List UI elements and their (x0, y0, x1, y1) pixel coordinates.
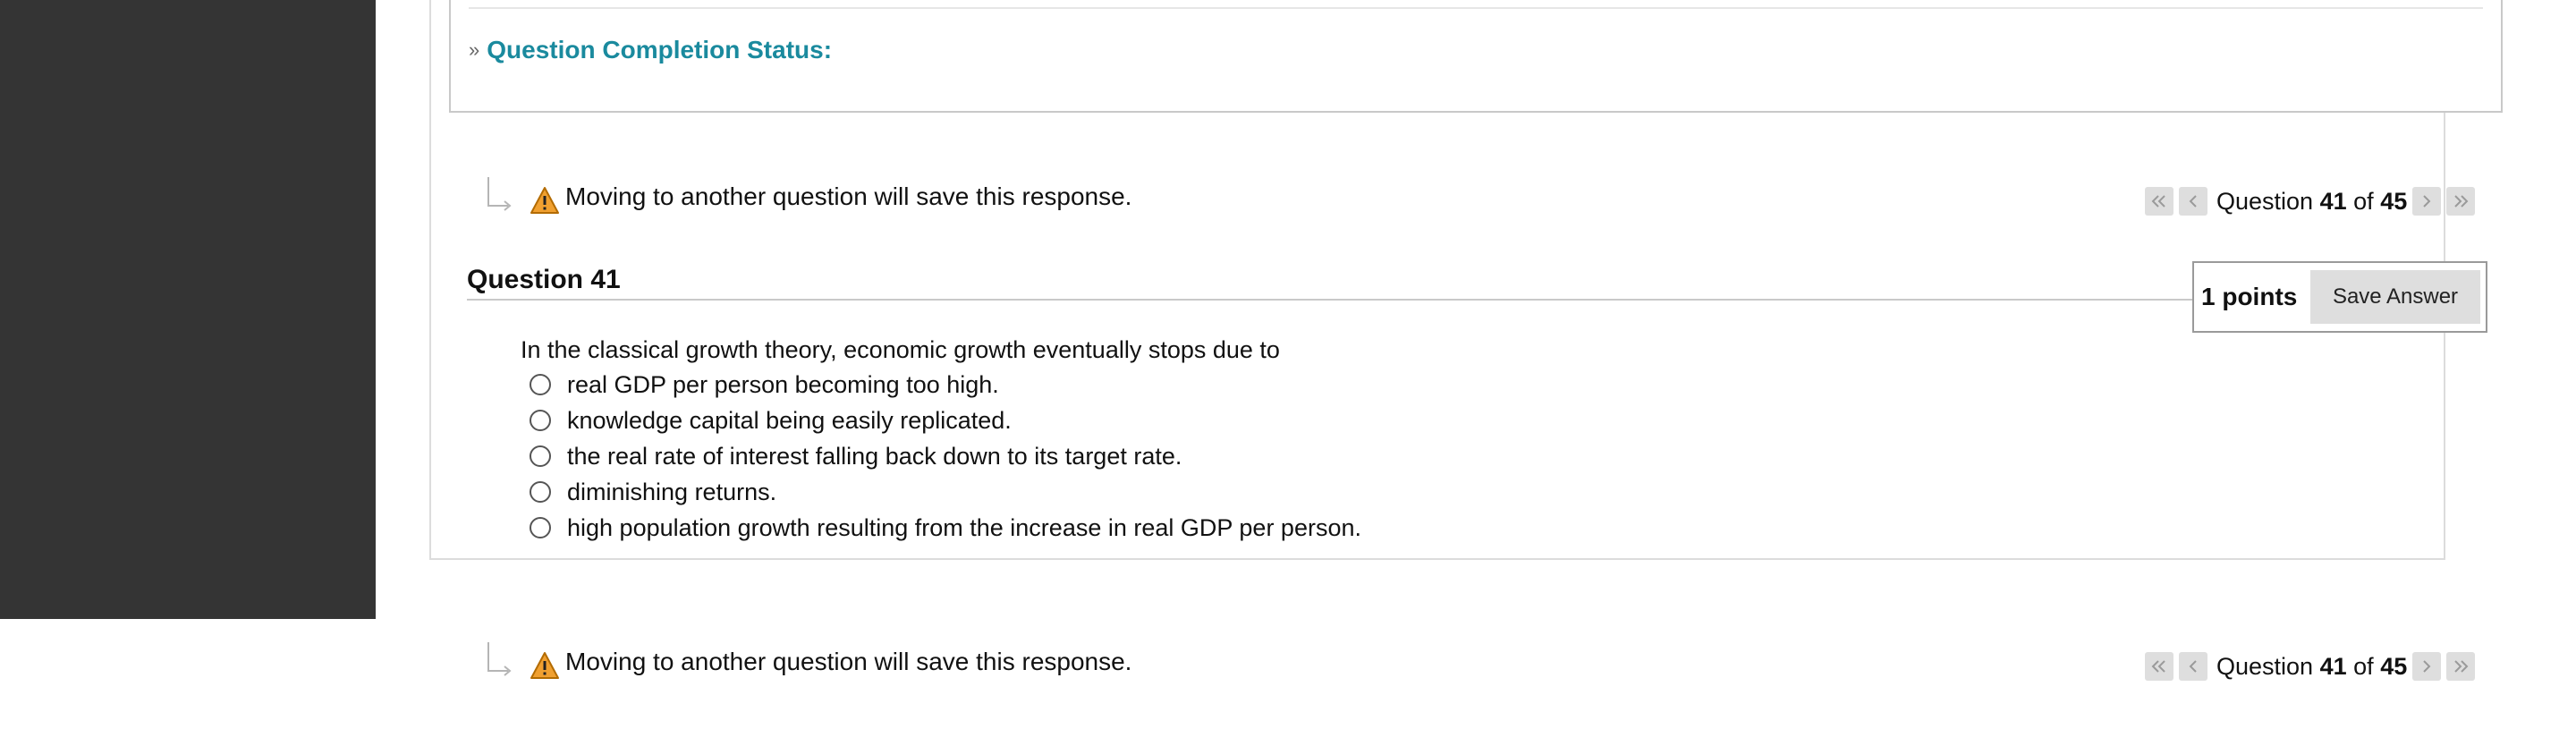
bottom-question-nav: Moving to another question will save thi… (0, 640, 2576, 703)
last-question-button[interactable] (2446, 187, 2476, 216)
chevron-left-icon (2189, 195, 2197, 208)
return-arrow-icon (487, 642, 512, 676)
radio-button[interactable] (530, 481, 551, 503)
chevron-left-icon (2189, 660, 2197, 673)
save-notice: Moving to another question will save thi… (565, 182, 1132, 210)
answer-choice-label: diminishing returns. (567, 478, 777, 505)
points-box: 1 points Save Answer (2192, 261, 2487, 333)
double-chevron-left-icon (2151, 660, 2165, 673)
previous-question-button[interactable] (2179, 652, 2207, 681)
answer-choice[interactable]: real GDP per person becoming too high. (530, 367, 1361, 403)
question-title: Question 41 (467, 265, 621, 294)
divider (469, 7, 2483, 9)
left-rail (0, 0, 376, 619)
current-question-number: 41 (2319, 652, 2347, 680)
answer-choices: real GDP per person becoming too high. k… (530, 367, 1361, 546)
question-pager: Question 41 of 45 (2145, 651, 2476, 682)
save-answer-button[interactable]: Save Answer (2310, 270, 2480, 324)
next-question-button[interactable] (2412, 187, 2442, 216)
answer-choice-label: real GDP per person becoming too high. (567, 370, 999, 398)
first-question-button[interactable] (2145, 652, 2174, 681)
total-questions: 45 (2380, 652, 2408, 680)
question-completion-status-label: Question Completion Status: (487, 36, 833, 64)
total-questions: 45 (2380, 187, 2408, 215)
question-pager: Question 41 of 45 (2145, 186, 2476, 216)
return-arrow-icon (487, 177, 512, 211)
radio-button[interactable] (530, 374, 551, 395)
pager-label: Question 41 of 45 (2216, 652, 2408, 680)
top-question-nav: Moving to another question will save thi… (0, 175, 2576, 238)
pager-label: Question 41 of 45 (2216, 187, 2408, 215)
answer-choice-label: high population growth resulting from th… (567, 513, 1361, 541)
question-divider (467, 299, 2193, 301)
answer-choice-label: knowledge capital being easily replicate… (567, 406, 1012, 434)
double-chevron-right-icon (2454, 195, 2469, 208)
chevron-right-icon (2423, 195, 2431, 208)
question-prompt: In the classical growth theory, economic… (521, 336, 1280, 363)
next-question-button[interactable] (2412, 652, 2442, 681)
radio-button[interactable] (530, 445, 551, 467)
page-gap (467, 560, 2485, 623)
double-chevron-left-icon (2151, 195, 2165, 208)
answer-choice-label: the real rate of interest falling back d… (567, 442, 1182, 470)
chevron-right-icon (2423, 660, 2431, 673)
radio-button[interactable] (530, 410, 551, 431)
double-chevron-right-icon (2454, 660, 2469, 673)
warning-icon (530, 187, 559, 214)
first-question-button[interactable] (2145, 187, 2174, 216)
answer-choice[interactable]: knowledge capital being easily replicate… (530, 403, 1361, 438)
warning-icon (530, 652, 559, 679)
question-completion-status-toggle[interactable]: » Question Completion Status: (469, 36, 832, 64)
double-chevron-down-icon: » (469, 38, 480, 61)
last-question-button[interactable] (2446, 652, 2476, 681)
question-completion-status-box: » Question Completion Status: (449, 0, 2503, 113)
save-notice: Moving to another question will save thi… (565, 648, 1132, 675)
answer-choice[interactable]: the real rate of interest falling back d… (530, 438, 1361, 474)
answer-choice[interactable]: diminishing returns. (530, 474, 1361, 510)
radio-button[interactable] (530, 517, 551, 538)
answer-choice[interactable]: high population growth resulting from th… (530, 510, 1361, 546)
points-label: 1 points (2201, 283, 2298, 310)
current-question-number: 41 (2319, 187, 2347, 215)
previous-question-button[interactable] (2179, 187, 2207, 216)
